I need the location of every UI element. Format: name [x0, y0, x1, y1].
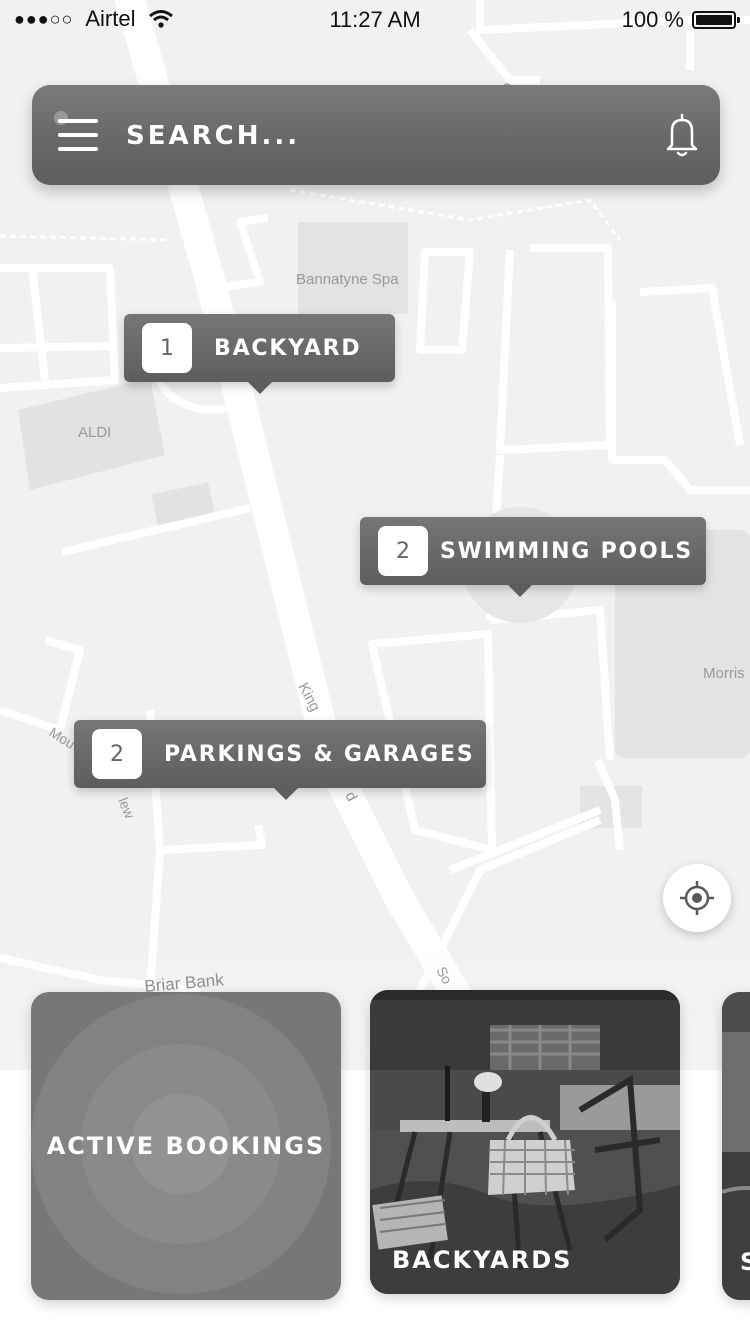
map-label-spa: Bannatyne Spa: [296, 271, 399, 288]
menu-icon-bar: [58, 147, 98, 151]
locate-me-button[interactable]: [663, 864, 731, 932]
active-bookings-title: ACTIVE BOOKINGS: [46, 1132, 326, 1160]
menu-icon-bar: [58, 133, 98, 137]
bell-icon[interactable]: [664, 111, 700, 159]
backyards-card[interactable]: BACKYARDS: [370, 990, 680, 1294]
map-pin-swimming-pools[interactable]: 2 SWIMMING POOLS: [360, 517, 706, 597]
map-pin-backyard[interactable]: 1 BACKYARD: [124, 314, 395, 394]
backyards-title: BACKYARDS: [392, 1246, 573, 1274]
category-cards: ACTIVE BOOKINGS BACKYARDS: [0, 990, 750, 1310]
pin-count-badge: 2: [92, 729, 142, 779]
next-category-title: S: [740, 1248, 750, 1276]
map-label-morris: Morris: [703, 665, 745, 682]
status-bar: ●●●○○ Airtel 11:27 AM 100 %: [0, 0, 750, 40]
battery-icon: [692, 11, 740, 29]
map-label-aldi: ALDI: [78, 424, 111, 441]
search-bar[interactable]: [32, 85, 720, 185]
search-input[interactable]: [124, 115, 608, 157]
pin-label: PARKINGS & GARAGES: [164, 741, 475, 767]
active-bookings-card[interactable]: ACTIVE BOOKINGS: [31, 992, 341, 1300]
next-category-card[interactable]: S: [722, 992, 750, 1300]
pin-count-badge: 2: [378, 526, 428, 576]
battery-percent: 100 %: [621, 7, 684, 32]
menu-button[interactable]: [54, 111, 100, 155]
pin-label: SWIMMING POOLS: [440, 538, 693, 564]
map-pin-parkings-garages[interactable]: 2 PARKINGS & GARAGES: [74, 720, 486, 800]
pin-label: BACKYARD: [214, 335, 362, 361]
menu-icon: [58, 119, 98, 123]
crosshair-icon: [680, 881, 714, 915]
pin-count-badge: 1: [142, 323, 192, 373]
